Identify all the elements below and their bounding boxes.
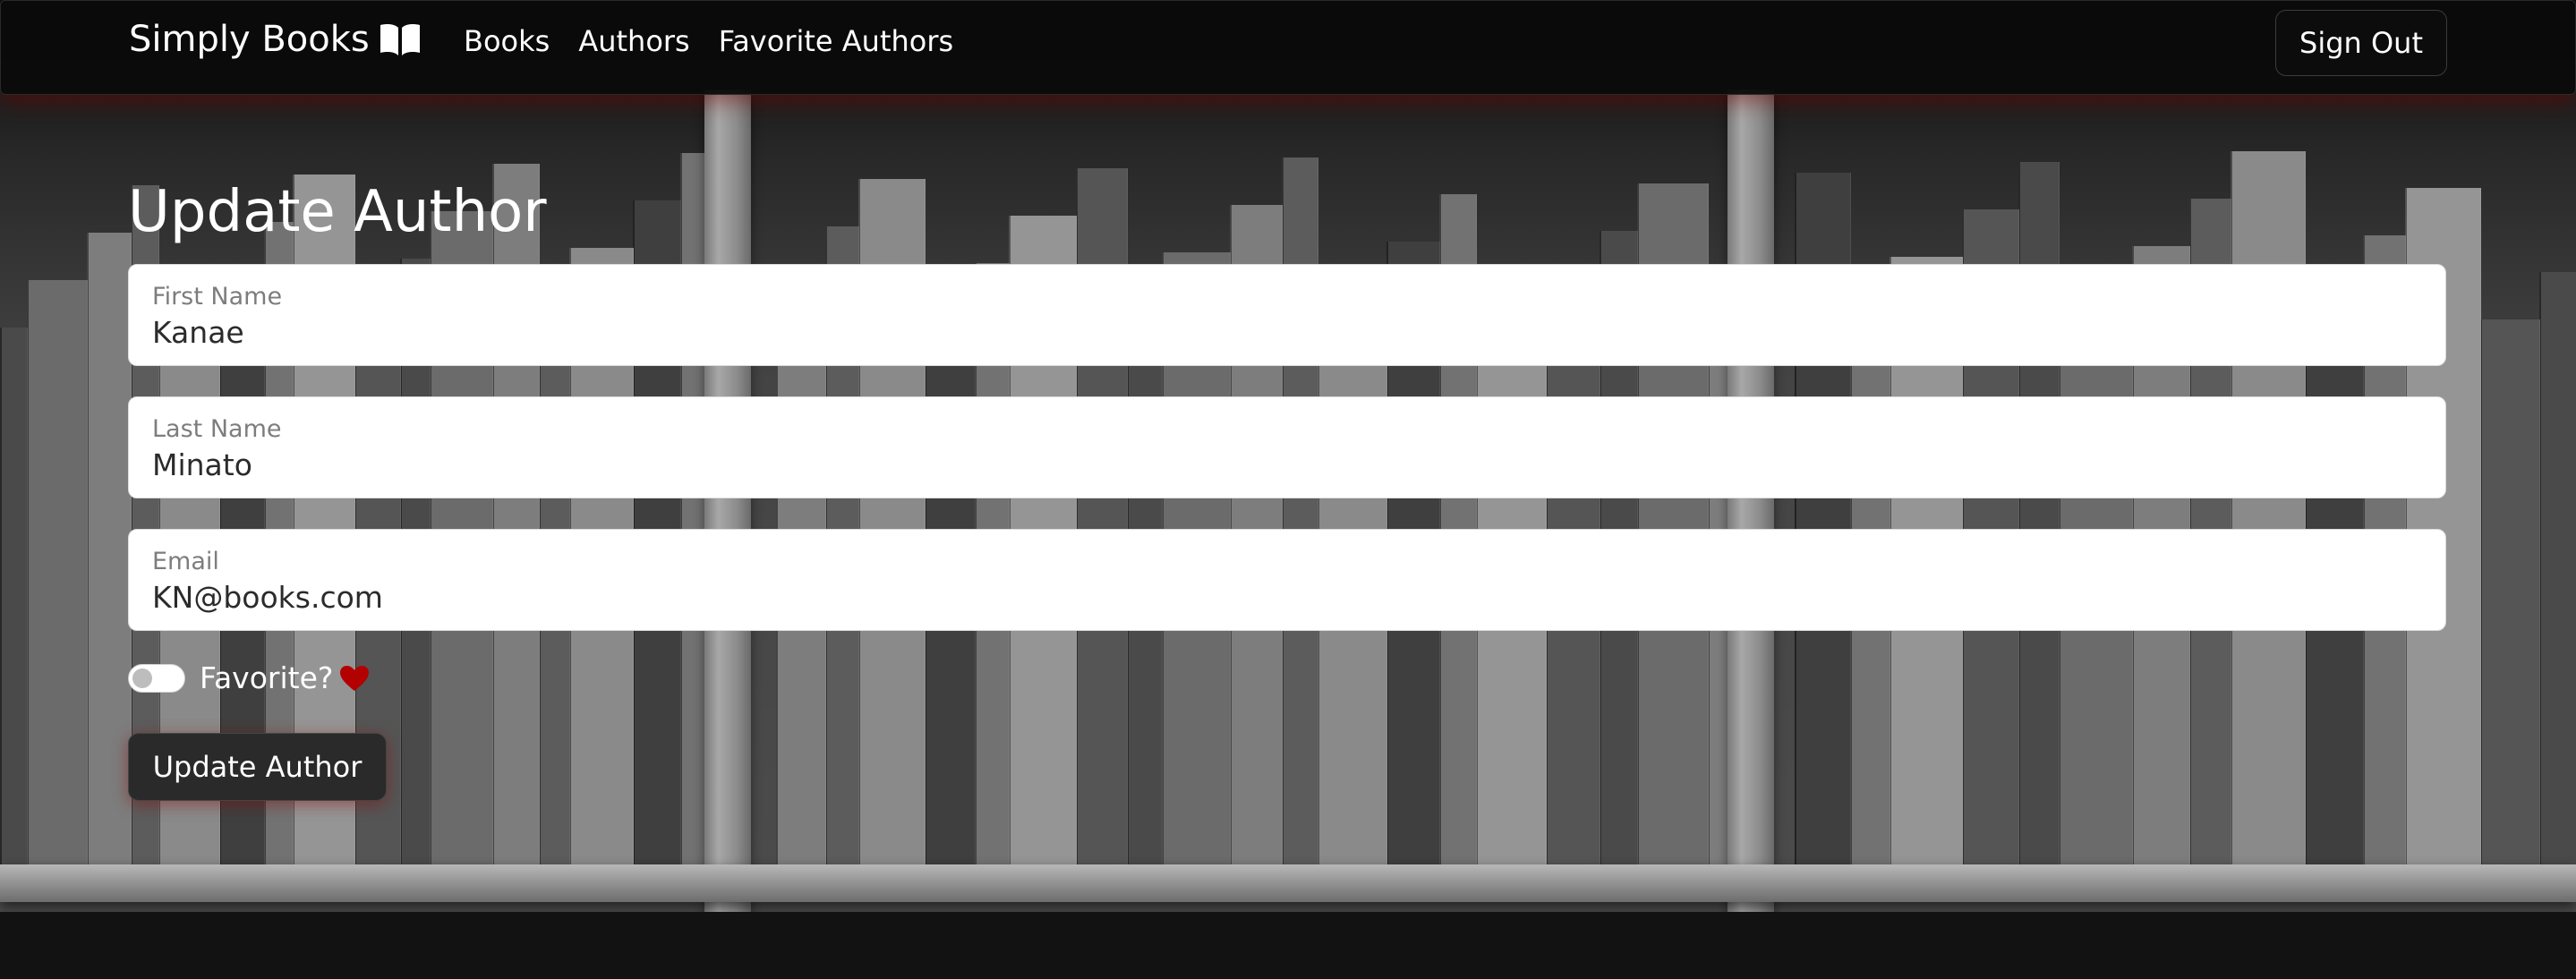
first-name-label: First Name (152, 283, 283, 311)
book-spine (2480, 319, 2540, 864)
shelf-floor (0, 912, 2576, 979)
navbar: Simply Books Books Authors Favorite Auth… (0, 0, 2576, 95)
brand-name: Simply Books (129, 19, 370, 60)
book-spine (0, 328, 28, 864)
book-spine (87, 233, 132, 864)
favorite-toggle[interactable] (128, 663, 185, 693)
nav-link-books[interactable]: Books (464, 24, 550, 58)
heart-icon (340, 665, 370, 691)
last-name-field: Last Name (128, 396, 2446, 498)
brand-link[interactable]: Simply Books (129, 19, 422, 60)
first-name-input[interactable] (152, 315, 2390, 350)
nav-link-authors[interactable]: Authors (578, 24, 689, 58)
first-name-field: First Name (128, 264, 2446, 366)
book-spine (2231, 151, 2306, 864)
nav-link-favorite-authors[interactable]: Favorite Authors (719, 24, 953, 58)
shelf-board (0, 864, 2576, 902)
toggle-knob (132, 668, 152, 688)
open-book-icon (380, 24, 420, 55)
last-name-label: Last Name (152, 415, 282, 443)
last-name-input[interactable] (152, 447, 2390, 482)
book-spine (27, 280, 88, 864)
update-author-button[interactable]: Update Author (128, 733, 387, 801)
email-field: Email (128, 529, 2446, 631)
page-title: Update Author (128, 179, 547, 245)
sign-out-button[interactable]: Sign Out (2275, 10, 2447, 76)
nav-links: Books Authors Favorite Authors (464, 24, 953, 58)
email-label: Email (152, 548, 219, 575)
email-input[interactable] (152, 580, 2390, 615)
favorite-label: Favorite? (200, 660, 334, 695)
favorite-row: Favorite? (128, 660, 371, 695)
book-spine (2539, 272, 2576, 864)
